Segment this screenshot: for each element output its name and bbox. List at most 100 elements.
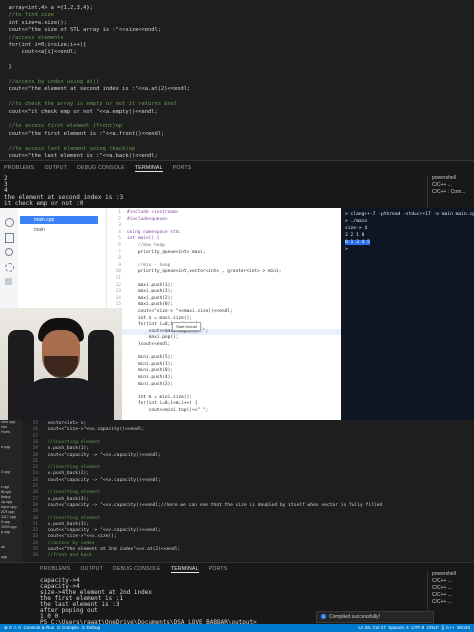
code-text: mini.push(0); bbox=[127, 368, 174, 374]
video-overlay: main.cpp main 1 #include <iostream> 2 #incl… bbox=[0, 208, 474, 420]
tab-problems[interactable]: PROBLEMS bbox=[40, 566, 70, 572]
code-text: cout<<"size-> "<<maxi.size()<<endl; bbox=[127, 309, 233, 314]
replit-console[interactable]: > clang++-7 -pthread -std=c++17 -o main … bbox=[341, 208, 474, 420]
terminal-list-item[interactable]: C/C++ ... bbox=[432, 578, 452, 584]
sidebar-file[interactable]: Jp.cpp bbox=[1, 500, 12, 504]
sidebar-file[interactable]: p.cpp bbox=[1, 530, 10, 534]
code-text: mini.push(5); bbox=[127, 355, 174, 361]
file-item-main-cpp[interactable]: main.cpp bbox=[20, 216, 98, 224]
code-line: 1 #include <iostream> bbox=[107, 210, 341, 217]
line-number: 1 bbox=[118, 210, 121, 215]
code-line: 18 for(int i=0;i<n;i++) { bbox=[107, 322, 341, 329]
sidebar-file[interactable]: ctor bbox=[1, 425, 7, 429]
sidebar-file[interactable]: Z0T.cpp bbox=[1, 510, 15, 514]
top-panel-tabs: PROBLEMS OUTPUT DEBUG CONSOLE TERMINAL PORTS bbox=[4, 163, 191, 173]
files-icon[interactable] bbox=[5, 233, 14, 243]
code-line: 28 bbox=[107, 388, 341, 395]
terminal-line: it check emp or not :0 bbox=[4, 199, 84, 207]
code-line: 31 cout<<mini.top()<<" "; bbox=[107, 408, 341, 415]
packages-icon[interactable] bbox=[5, 278, 12, 285]
status-bar: ⊗ 0 ⚠ 0 Console & Run ⊙ Compile ⊙ Debug … bbox=[0, 624, 474, 632]
sidebar-file[interactable]: ok bbox=[1, 545, 5, 549]
search-icon[interactable] bbox=[5, 248, 13, 256]
tab-debug-console[interactable]: DEBUG CONSOLE bbox=[113, 566, 161, 572]
bottom-code-area[interactable]: 15 vector<int> v; 16 cout<<"size->"<<v.ca… bbox=[22, 420, 474, 562]
code-line: 15 maxi.push(0); bbox=[107, 302, 341, 309]
code-line: 2 #include<queue> bbox=[107, 217, 341, 224]
code-text: maxi.push(0); bbox=[127, 302, 174, 308]
info-icon bbox=[321, 614, 326, 620]
tab-output[interactable]: OUTPUT bbox=[80, 566, 103, 572]
code-line: 11 bbox=[107, 276, 341, 283]
code-text: }cout<<endl; bbox=[127, 342, 171, 347]
code-text: int main() { bbox=[127, 236, 160, 242]
code-text: cout<<mini.top()<<" "; bbox=[127, 408, 209, 413]
code-line: 5 int main() { bbox=[107, 236, 341, 243]
tab-ports[interactable]: PORTS bbox=[173, 165, 192, 171]
bottom-editor: sors.cpp ctor Hues e.cpp 3.cpp t.cpp ttt.cpp lf… bbox=[0, 420, 474, 562]
tab-problems[interactable]: PROBLEMS bbox=[4, 165, 34, 171]
terminal-list-item[interactable]: C/C++ ... bbox=[432, 592, 452, 598]
code-text: //front and back bbox=[42, 553, 92, 559]
top-terminal-panel: PROBLEMS OUTPUT DEBUG CONSOLE TERMINAL PORTS… bbox=[0, 160, 474, 209]
terminal-list-item[interactable]: powershell bbox=[432, 571, 456, 577]
tab-debug-console[interactable]: DEBUG CONSOLE bbox=[77, 165, 125, 171]
console-line: size-> 4 bbox=[345, 226, 368, 231]
start-thread-tooltip: Start thread bbox=[172, 322, 201, 331]
console-line: 3 2 1 0 bbox=[345, 233, 365, 238]
line-number: 36 bbox=[32, 553, 38, 559]
terminal-list-item[interactable]: powershell bbox=[432, 175, 456, 181]
code-line: 16 cout<<"size-> "<<maxi.size()<<endl; bbox=[107, 309, 341, 316]
webcam-beard bbox=[44, 356, 78, 378]
code-text: mini.push(3); bbox=[127, 381, 174, 387]
line-number: 10 bbox=[115, 269, 121, 275]
line-number: 13 bbox=[115, 289, 121, 295]
share-icon[interactable] bbox=[5, 218, 14, 227]
code-text: priority_queue<int,vector<int> , greater… bbox=[127, 269, 282, 275]
file-item-main[interactable]: main bbox=[20, 226, 98, 234]
tab-terminal[interactable]: TERMINAL bbox=[170, 566, 199, 573]
tab-output[interactable]: OUTPUT bbox=[44, 165, 67, 171]
terminal-list-item[interactable]: C/C++ ... bbox=[432, 599, 452, 605]
sidebar-file[interactable]: Hues bbox=[1, 430, 10, 434]
sidebar-file[interactable]: e.cpp bbox=[1, 445, 10, 449]
code-text: for(int i=0;i<m;i++) { bbox=[127, 401, 198, 407]
code-text: cout<<"the last element is :"<<a.back()<… bbox=[2, 153, 158, 159]
status-right[interactable]: Ln 38, Col 37 Spaces: 4 UTF-8 CRLF {} C+… bbox=[358, 624, 470, 632]
webcam-feed bbox=[0, 308, 122, 420]
code-text: mini.push(4); bbox=[127, 375, 174, 380]
code-line: 30 for(int i=0;i<m;i++) { bbox=[107, 401, 341, 408]
sidebar-file[interactable]: 5.cpp bbox=[1, 520, 10, 524]
line-number: 11 bbox=[115, 276, 121, 281]
code-line: 27 mini.push(3); bbox=[107, 382, 341, 389]
sidebar-file[interactable]: 1117.cpp bbox=[1, 515, 16, 519]
sidebar-file[interactable]: lfwipp bbox=[1, 495, 11, 499]
sidebar-file[interactable]: 3.cpp bbox=[1, 470, 10, 474]
line-number: 6 bbox=[118, 243, 121, 248]
tab-terminal[interactable]: TERMINAL bbox=[134, 165, 163, 172]
sidebar-file[interactable]: ttt.cpp bbox=[1, 490, 11, 494]
replit-code-editor[interactable]: 1 #include <iostream> 2 #include<queue> 3 4 us… bbox=[106, 208, 342, 420]
terminal-list-item[interactable]: C/C++ : Com... bbox=[432, 189, 465, 195]
code-line: 25 mini.push(0); bbox=[107, 368, 341, 375]
sidebar-file[interactable]: t.cpp bbox=[1, 485, 9, 489]
code-line: 26 mini.push(4); bbox=[107, 375, 341, 382]
toast-notification[interactable]: Compiled successfully! bbox=[316, 611, 434, 623]
top-code-area[interactable]: array<int,4> a ={1,2,3,4}; //to find siz… bbox=[0, 0, 474, 160]
console-line: > clang++-7 -pthread -std=c++17 -o main … bbox=[345, 212, 474, 217]
sidebar-file[interactable]: cpp bbox=[1, 555, 7, 559]
bottom-terminal-list: powershell C/C++ ... C/C++ ... C/C++ ... C/C… bbox=[427, 571, 474, 623]
line-number: 5 bbox=[118, 236, 121, 242]
code-line: 36 //front and back bbox=[22, 553, 474, 559]
status-left[interactable]: ⊗ 0 ⚠ 0 Console & Run ⊙ Compile ⊙ Debug bbox=[4, 624, 100, 632]
top-editor: array<int,4> a ={1,2,3,4}; //to find siz… bbox=[0, 0, 474, 160]
terminal-list-item[interactable]: C/C++ ... bbox=[432, 585, 452, 591]
sidebar-file[interactable]: 1009.cpp bbox=[1, 525, 17, 529]
code-line: 6 //max heap bbox=[107, 243, 341, 250]
sidebar-file[interactable]: sors.cpp bbox=[1, 420, 15, 424]
tab-ports[interactable]: PORTS bbox=[209, 566, 228, 572]
terminal-list-item[interactable]: C/C++ ... bbox=[432, 182, 452, 188]
top-terminal-list: powershell C/C++ ... C/C++ : Com... bbox=[427, 175, 474, 209]
sidebar-file[interactable]: eque.cpp bbox=[1, 505, 17, 509]
settings-icon[interactable] bbox=[5, 263, 14, 272]
